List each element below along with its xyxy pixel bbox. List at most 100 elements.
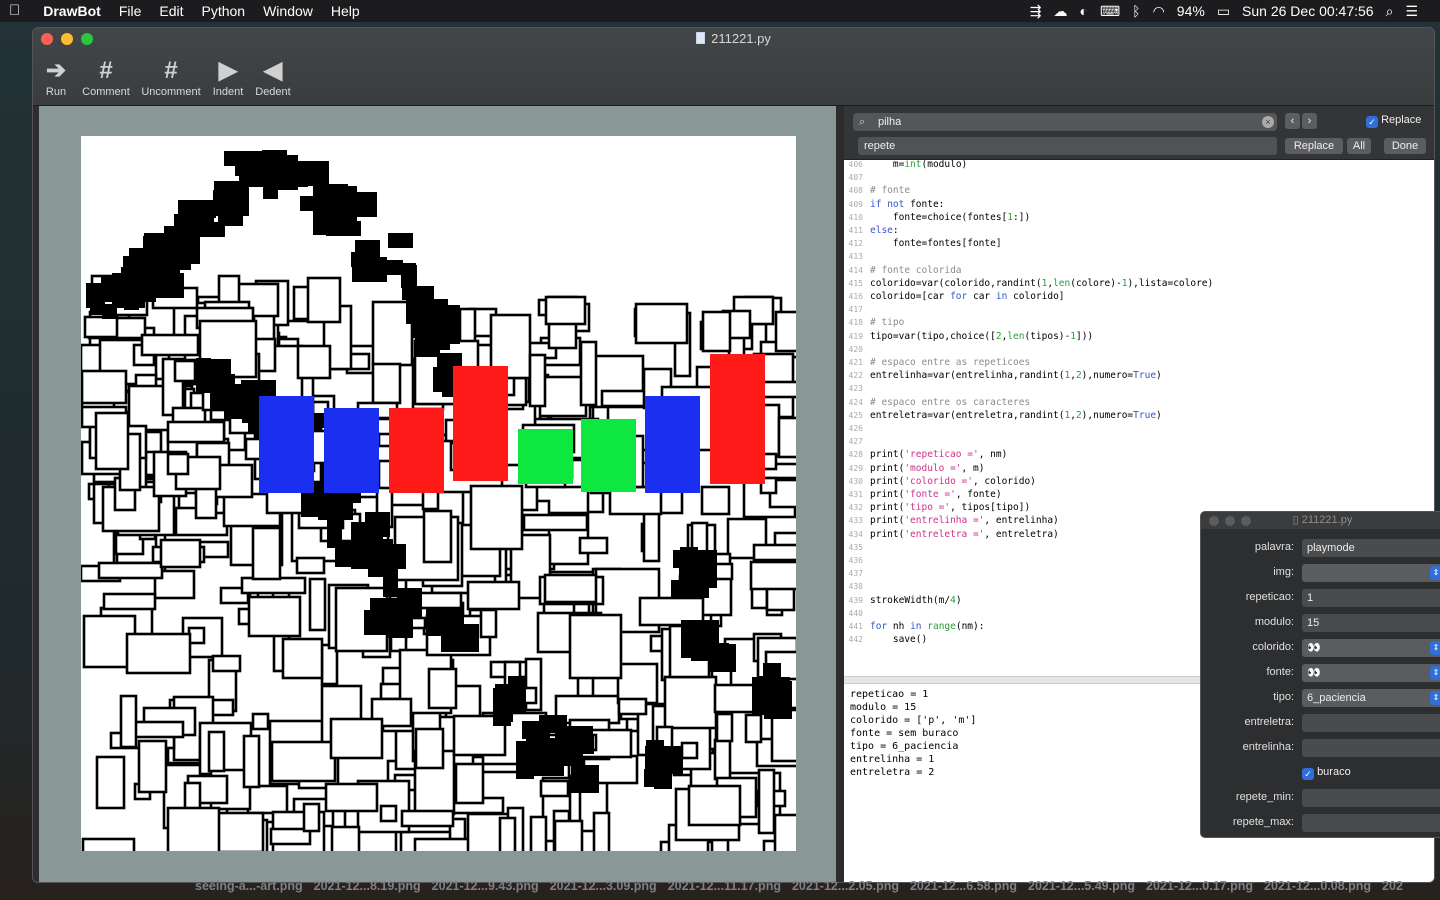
menu-window[interactable]: Window (254, 0, 322, 22)
code-line[interactable]: 409 if not fonte: (844, 198, 945, 211)
code-line[interactable]: 432 print('tipo =', tipos[tipo]) (844, 501, 1031, 514)
var-field[interactable]: 1 (1302, 589, 1440, 607)
find-previous-button[interactable]: ‹ (1285, 113, 1300, 129)
menu-app[interactable]: DrawBot (29, 0, 110, 22)
shortcut-icon[interactable]: ⇶ (1030, 3, 1042, 20)
code-line[interactable]: 418 # tipo (844, 316, 905, 329)
menu-python[interactable]: Python (193, 0, 255, 22)
code-line[interactable]: 433 print('entrelinha =', entrelinha) (844, 514, 1059, 527)
spotlight-search-icon[interactable]: ⌕ (1386, 3, 1394, 20)
code-line[interactable]: 438 (844, 580, 870, 593)
code-line[interactable]: 436 (844, 554, 870, 567)
code-line[interactable]: 434 print('entreletra =', entreletra) (844, 528, 1059, 541)
run-button[interactable]: ➔ Run (41, 56, 71, 98)
var-popup[interactable]: 6_paciencia ⇕ (1302, 689, 1440, 707)
code-line[interactable]: 410 fonte=choice(fontes[1:]) (844, 211, 1031, 224)
code-line[interactable]: 430 print('colorido =', colorido) (844, 475, 1036, 488)
var-field[interactable]: 15 (1302, 614, 1440, 632)
code-line[interactable]: 440 (844, 607, 870, 620)
keyboard-icon[interactable]: ⌨ (1100, 3, 1120, 20)
code-line[interactable]: 426 (844, 422, 870, 435)
var-popup[interactable]: 👀 ⇕ (1302, 664, 1440, 682)
canvas-area[interactable] (39, 106, 836, 882)
desktop-file[interactable]: 2021-12...5.49.png (1028, 879, 1135, 893)
code-line[interactable]: 417 (844, 303, 870, 316)
desktop-file[interactable]: seeing-a...-art.png (195, 879, 303, 893)
code-line[interactable]: 408 # fonte (844, 184, 911, 197)
replace-all-button[interactable]: All (1347, 138, 1371, 154)
code-line[interactable]: 406 m=int(modulo) (844, 160, 968, 171)
desktop-file[interactable]: 2021-12...3.09.png (550, 879, 657, 893)
var-field[interactable]: playmode (1302, 539, 1440, 557)
minimize-button[interactable] (1225, 516, 1235, 526)
code-line[interactable]: 437 (844, 567, 870, 580)
close-button[interactable] (1209, 516, 1219, 526)
dedent-button[interactable]: ◀ Dedent (252, 56, 294, 98)
code-line[interactable]: 424 # espaco entre os caracteres (844, 396, 1031, 409)
code-line[interactable]: 420 (844, 343, 870, 356)
var-popup[interactable]: 👀 ⇕ (1302, 639, 1440, 657)
drawing-canvas[interactable] (81, 136, 796, 851)
code-line[interactable]: 427 (844, 435, 870, 448)
code-line[interactable]: 411 else: (844, 224, 899, 237)
desktop-file[interactable]: 2021-12...8.19.png (314, 879, 421, 893)
checkbox-checked-icon[interactable]: ✓ (1302, 768, 1314, 780)
code-line[interactable]: 413 (844, 250, 870, 263)
pane-splitter[interactable] (836, 106, 844, 882)
code-line[interactable]: 415 colorido=var(colorido,randint(1,len(c… (844, 277, 1214, 290)
menu-file[interactable]: File (110, 0, 151, 22)
uncomment-button[interactable]: # Uncomment (138, 56, 204, 98)
code-line[interactable]: 407 (844, 171, 870, 184)
replace-checkbox-icon[interactable]: ✓ (1366, 116, 1378, 128)
var-field[interactable] (1302, 789, 1440, 807)
code-line[interactable]: 428 print('repeticao =', nm) (844, 448, 1008, 461)
clock[interactable]: Sun 26 Dec 00:47:56 (1242, 3, 1374, 19)
code-line[interactable]: 423 (844, 382, 870, 395)
battery-percent[interactable]: 94% (1177, 3, 1205, 19)
code-line[interactable]: 435 (844, 541, 870, 554)
code-line[interactable]: 419 tipo=var(tipo,choice([2,len(tipos)-1]… (844, 330, 1094, 343)
code-line[interactable]: 431 print('fonte =', fonte) (844, 488, 1002, 501)
code-line[interactable]: 416 colorido=[car for car in colorido] (844, 290, 1065, 303)
code-line[interactable]: 429 print('modulo =', m) (844, 462, 985, 475)
done-button[interactable]: Done (1384, 138, 1426, 154)
desktop-file[interactable]: 2021-12...9.43.png (432, 879, 539, 893)
zoom-button[interactable] (1241, 516, 1251, 526)
code-line[interactable]: 421 # espaco entre as repeticoes (844, 356, 1031, 369)
menu-help[interactable]: Help (322, 0, 369, 22)
var-field[interactable] (1302, 714, 1440, 732)
var-field[interactable] (1302, 739, 1440, 757)
code-line[interactable]: 442 save() (844, 633, 928, 646)
var-field[interactable] (1302, 814, 1440, 832)
var-popup[interactable]: ⇕ (1302, 564, 1440, 582)
replace-button[interactable]: Replace (1285, 138, 1343, 154)
code-line[interactable]: 422 entrelinha=var(entrelinha,randint(1,2… (844, 369, 1162, 382)
code-line[interactable]: 412 fonte=fontes[fonte] (844, 237, 1002, 250)
apple-icon[interactable]:  (0, 0, 29, 22)
buraco-checkbox[interactable]: ✓ buraco (1302, 766, 1351, 780)
desktop-file[interactable]: 202 (1382, 879, 1403, 893)
comment-button[interactable]: # Comment (79, 56, 133, 98)
code-line[interactable]: 425 entreletra=var(entreletra,randint(1,2… (844, 409, 1162, 422)
dark-mode-icon[interactable]: ◐ (1079, 3, 1087, 19)
battery-icon[interactable]: ▭ (1217, 3, 1230, 20)
indent-button[interactable]: ▶ Indent (210, 56, 246, 98)
desktop-file[interactable]: 2021-12...11.17.png (668, 879, 781, 893)
clear-search-icon[interactable]: × (1262, 116, 1274, 128)
control-center-icon[interactable]: ☰ (1405, 3, 1418, 20)
replace-toggle[interactable]: ✓ Replace (1366, 114, 1421, 128)
desktop-file[interactable]: 2021-12...0.17.png (1146, 879, 1253, 893)
bluetooth-icon[interactable]: ᛒ (1132, 3, 1140, 19)
find-next-button[interactable]: › (1302, 113, 1317, 129)
desktop-file[interactable]: 2021-12...2.05.png (792, 879, 899, 893)
desktop-file[interactable]: 2021-12...6.58.png (910, 879, 1017, 893)
code-line[interactable]: 441 for nh in range(nm): (844, 620, 985, 633)
desktop-file[interactable]: 2021-12...0.08.png (1264, 879, 1371, 893)
wifi-icon[interactable]: ◠ (1153, 3, 1165, 20)
menu-edit[interactable]: Edit (150, 0, 192, 22)
replace-input[interactable]: repete (858, 137, 1277, 155)
creative-cloud-icon[interactable]: ☁ (1053, 3, 1067, 20)
code-line[interactable]: 439 strokeWidth(m/4) (844, 594, 962, 607)
code-line[interactable]: 414 # fonte colorida (844, 264, 962, 277)
find-input[interactable]: ⌕ pilha × (853, 113, 1277, 131)
